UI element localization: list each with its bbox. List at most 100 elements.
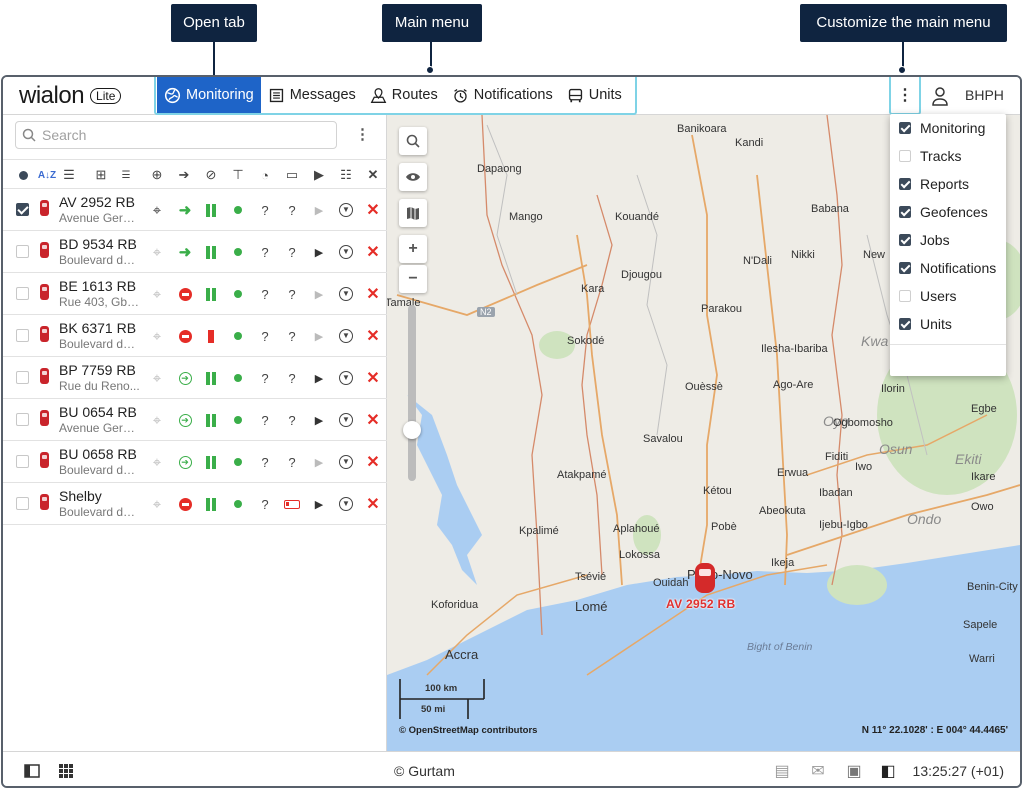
select-all-checkbox[interactable] bbox=[14, 166, 32, 184]
menu-item-checkbox[interactable] bbox=[899, 178, 911, 190]
zoom-out-button[interactable]: − bbox=[399, 265, 427, 293]
locate-icon[interactable]: ⌖ bbox=[148, 495, 166, 513]
unit-name[interactable]: BU 0658 RB bbox=[59, 446, 137, 462]
delete-unit-icon[interactable]: ✕ bbox=[364, 369, 382, 387]
customize-menu-item[interactable]: Reports bbox=[890, 170, 1006, 198]
network-header-icon[interactable]: ⊤ bbox=[229, 166, 247, 184]
menu-item-checkbox[interactable] bbox=[899, 122, 911, 134]
locate-icon[interactable]: ⌖ bbox=[148, 285, 166, 303]
list-options-icon[interactable]: ⋮ bbox=[355, 125, 370, 143]
play-icon[interactable]: ▶ bbox=[310, 411, 328, 429]
unit-checkbox[interactable] bbox=[16, 329, 29, 342]
expand-icon[interactable]: ▼ bbox=[337, 243, 355, 261]
locate-icon[interactable]: ⌖ bbox=[148, 201, 166, 219]
commands-header-icon[interactable]: ▶ bbox=[310, 166, 328, 184]
unit-map-marker[interactable] bbox=[695, 563, 715, 593]
expand-icon[interactable]: ▼ bbox=[337, 369, 355, 387]
locate-icon[interactable]: ⌖ bbox=[148, 411, 166, 429]
motion-header-icon[interactable]: ➔ bbox=[175, 166, 193, 184]
play-icon[interactable]: ▶ bbox=[310, 285, 328, 303]
user-name[interactable]: BHPH bbox=[965, 87, 1004, 103]
menu-item-checkbox[interactable] bbox=[899, 206, 911, 218]
zoom-slider-track[interactable] bbox=[408, 305, 416, 481]
unit-row[interactable]: BK 6371 RB Boulevard de ... ⌖ ? ? ▶ ▼ ✕ bbox=[3, 315, 387, 357]
map-layers-button[interactable] bbox=[399, 199, 427, 227]
zoom-in-button[interactable]: + bbox=[399, 235, 427, 263]
search-input[interactable] bbox=[42, 127, 322, 143]
play-icon[interactable]: ▶ bbox=[310, 243, 328, 261]
delete-unit-icon[interactable]: ✕ bbox=[364, 495, 382, 513]
locate-icon[interactable]: ⌖ bbox=[148, 243, 166, 261]
connection-header-icon[interactable]: ⊘ bbox=[202, 166, 220, 184]
customize-menu-item[interactable]: Units bbox=[890, 310, 1006, 338]
unit-name[interactable]: BD 9534 RB bbox=[59, 236, 137, 252]
unit-checkbox[interactable] bbox=[16, 497, 29, 510]
expand-icon[interactable]: ▼ bbox=[337, 285, 355, 303]
delete-unit-icon[interactable]: ✕ bbox=[364, 201, 382, 219]
customize-menu-item[interactable]: Users bbox=[890, 282, 1006, 310]
unit-name[interactable]: BK 6371 RB bbox=[59, 320, 136, 336]
unit-checkbox[interactable] bbox=[16, 371, 29, 384]
battery-header-icon[interactable]: ▭ bbox=[283, 166, 301, 184]
expand-icon[interactable]: ▼ bbox=[337, 453, 355, 471]
card-icon[interactable]: ▤ bbox=[773, 762, 791, 780]
unit-row[interactable]: BD 9534 RB Boulevard de ... ⌖ ➜ ? ? ▶ ▼ … bbox=[3, 231, 387, 273]
menu-item-checkbox[interactable] bbox=[899, 318, 911, 330]
user-icon[interactable] bbox=[931, 86, 949, 106]
unit-name[interactable]: AV 2952 RB bbox=[59, 194, 135, 210]
image-icon[interactable]: ▣ bbox=[845, 762, 863, 780]
customize-menu-item[interactable]: Jobs bbox=[890, 226, 1006, 254]
unit-row[interactable]: Shelby Boulevard de ... ⌖ ? ▶ ▼ ✕ bbox=[3, 483, 387, 525]
menu-item-checkbox[interactable] bbox=[899, 150, 911, 162]
unit-checkbox[interactable] bbox=[16, 413, 29, 426]
expand-icon[interactable]: ▼ bbox=[337, 411, 355, 429]
unit-name[interactable]: BE 1613 RB bbox=[59, 278, 136, 294]
menu-item-checkbox[interactable] bbox=[899, 234, 911, 246]
mail-icon[interactable]: ✉ bbox=[809, 762, 827, 780]
list-view-icon[interactable]: ☰ bbox=[60, 166, 78, 184]
unit-name[interactable]: BU 0654 RB bbox=[59, 404, 137, 420]
reports-header-icon[interactable]: ☷ bbox=[337, 166, 355, 184]
map-search-button[interactable] bbox=[399, 127, 427, 155]
map-visibility-button[interactable] bbox=[399, 163, 427, 191]
delete-unit-icon[interactable]: ✕ bbox=[364, 285, 382, 303]
customize-menu-item[interactable]: Notifications bbox=[890, 254, 1006, 282]
toggle-panel-icon[interactable] bbox=[23, 762, 41, 780]
more-vert-icon[interactable]: ⋮ bbox=[896, 85, 914, 107]
search-box[interactable] bbox=[15, 121, 337, 149]
zoom-slider-handle[interactable] bbox=[403, 421, 421, 439]
play-icon[interactable]: ▶ bbox=[310, 369, 328, 387]
unit-name[interactable]: BP 7759 RB bbox=[59, 362, 136, 378]
unit-row[interactable]: AV 2952 RB Avenue Germ... ⌖ ➜ ? ? ▶ ▼ ✕ bbox=[3, 189, 387, 231]
locate-header-icon[interactable]: ⊕ bbox=[148, 166, 166, 184]
play-icon[interactable]: ▶ bbox=[310, 201, 328, 219]
delete-unit-icon[interactable]: ✕ bbox=[364, 243, 382, 261]
expand-icon[interactable]: ▼ bbox=[337, 201, 355, 219]
expand-icon[interactable]: ▼ bbox=[337, 327, 355, 345]
expand-icon[interactable]: ▼ bbox=[337, 495, 355, 513]
locate-icon[interactable]: ⌖ bbox=[148, 453, 166, 471]
unit-checkbox[interactable] bbox=[16, 203, 29, 216]
all-units-icon[interactable]: ☰ bbox=[117, 166, 135, 184]
menu-item-checkbox[interactable] bbox=[899, 290, 911, 302]
customize-menu-item[interactable]: Monitoring bbox=[890, 114, 1006, 142]
play-icon[interactable]: ▶ bbox=[310, 495, 328, 513]
delete-header-icon[interactable]: ✕ bbox=[364, 166, 382, 184]
speed-header-icon[interactable]: ◔ bbox=[256, 166, 274, 184]
map-attribution[interactable]: © OpenStreetMap contributors bbox=[399, 725, 537, 736]
play-icon[interactable]: ▶ bbox=[310, 453, 328, 471]
unit-checkbox[interactable] bbox=[16, 455, 29, 468]
book-icon[interactable]: ◧ bbox=[879, 762, 897, 780]
delete-unit-icon[interactable]: ✕ bbox=[364, 327, 382, 345]
customize-menu-item[interactable]: Geofences bbox=[890, 198, 1006, 226]
unit-checkbox[interactable] bbox=[16, 245, 29, 258]
locate-icon[interactable]: ⌖ bbox=[148, 369, 166, 387]
delete-unit-icon[interactable]: ✕ bbox=[364, 411, 382, 429]
apps-grid-icon[interactable] bbox=[57, 762, 75, 780]
delete-unit-icon[interactable]: ✕ bbox=[364, 453, 382, 471]
menu-item-checkbox[interactable] bbox=[899, 262, 911, 274]
unit-row[interactable]: BE 1613 RB Rue 403, Gbe... ⌖ ? ? ▶ ▼ ✕ bbox=[3, 273, 387, 315]
unit-row[interactable]: BU 0658 RB Boulevard de ... ⌖ ➔ ? ? ▶ ▼ … bbox=[3, 441, 387, 483]
unit-map-label[interactable]: AV 2952 RB bbox=[666, 597, 735, 611]
sort-az-icon[interactable]: A↓Z bbox=[38, 166, 56, 184]
